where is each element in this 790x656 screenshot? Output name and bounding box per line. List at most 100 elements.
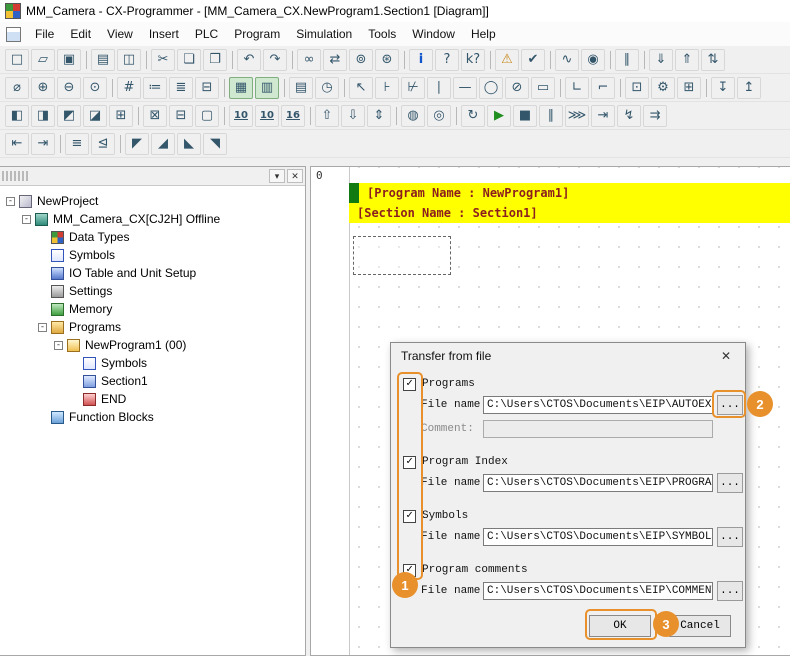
option-checkbox[interactable]: ✓ [403, 564, 416, 577]
transfer-from-plc-button[interactable]: ⇑ [675, 49, 699, 71]
browse-symbols-button[interactable]: ⊡ [625, 77, 649, 99]
window-cross-reference-button[interactable]: ◪ [83, 105, 107, 127]
force-off-button[interactable]: ⇩ [341, 105, 365, 127]
compare-with-plc-button[interactable]: ⇅ [701, 49, 725, 71]
find-button[interactable]: ∞ [297, 49, 321, 71]
sort-order-button[interactable]: ⊴ [91, 133, 115, 155]
option-checkbox[interactable]: ✓ [403, 456, 416, 469]
Window[interactable]: Window [404, 24, 463, 44]
expander-toggle-icon[interactable] [70, 377, 79, 386]
tree-item[interactable]: - MM_Camera_CX[CJ2H] Offline [0, 210, 305, 228]
line-connect-button[interactable]: ∟ [565, 77, 589, 99]
option-checkbox[interactable]: ✓ [403, 378, 416, 391]
transfer-to-plc-button[interactable]: ⇓ [649, 49, 673, 71]
local-symbols-button[interactable]: ⊠ [143, 105, 167, 127]
expander-toggle-icon[interactable]: - [54, 341, 63, 350]
change-address-button[interactable]: ⊛ [375, 49, 399, 71]
expander-toggle-icon[interactable] [70, 359, 79, 368]
file-path-input[interactable]: C:\Users\CTOS\Documents\EIP\SYMBOLS. [483, 528, 713, 546]
reset-button[interactable]: ↯ [617, 105, 641, 127]
compile-button[interactable]: ⚠ [495, 49, 519, 71]
print-preview-button[interactable]: ◫ [117, 49, 141, 71]
window-address-reference-button[interactable]: ⊞ [109, 105, 133, 127]
force-on-button[interactable]: ⇧ [315, 105, 339, 127]
tree-item[interactable]: Symbols [0, 246, 305, 264]
monitor-decimal-button[interactable]: 10 [229, 105, 253, 127]
show-rung-comments-button[interactable]: ≣ [169, 77, 193, 99]
io-comment-button[interactable]: ⊟ [169, 105, 193, 127]
tree-item[interactable]: - Programs [0, 318, 305, 336]
tree-item[interactable]: - NewProject [0, 192, 305, 210]
workspace-dock-button[interactable]: ▾ [269, 169, 285, 183]
outdent-rung-button[interactable]: ⇤ [5, 133, 29, 155]
go-to-next-output-button[interactable]: ◥ [203, 133, 227, 155]
zoom-out-button[interactable]: ⊖ [57, 77, 81, 99]
Edit[interactable]: Edit [62, 24, 99, 44]
monitor-button[interactable]: ◉ [581, 49, 605, 71]
option-checkbox[interactable]: ✓ [403, 510, 416, 523]
go-to-previous-input-button[interactable]: ◤ [125, 133, 149, 155]
step-over-button[interactable]: ⇥ [591, 105, 615, 127]
run-button[interactable]: ▶ [487, 105, 511, 127]
new-contact-button[interactable]: ⊦ [375, 77, 399, 99]
context-help-button[interactable]: k? [461, 49, 485, 71]
go-to-previous-output-button[interactable]: ◣ [177, 133, 201, 155]
tree-item[interactable]: IO Table and Unit Setup [0, 264, 305, 282]
expander-toggle-icon[interactable]: - [22, 215, 31, 224]
indent-rung-button[interactable]: ⇥ [31, 133, 55, 155]
align-comments-button[interactable]: ≡ [65, 133, 89, 155]
step-run-button[interactable]: ⋙ [565, 105, 589, 127]
new-instruction-button[interactable]: ▭ [531, 77, 555, 99]
Help[interactable]: Help [463, 24, 504, 44]
info-button[interactable]: i [409, 49, 433, 71]
browse-button[interactable]: ... [717, 581, 743, 601]
paste-button[interactable]: ❐ [203, 49, 227, 71]
mnemonic-view-button[interactable]: ▤ [289, 77, 313, 99]
drag-handle[interactable] [2, 171, 28, 181]
tree-item[interactable]: - NewProgram1 (00) [0, 336, 305, 354]
browse-button[interactable]: ... [717, 527, 743, 547]
continue-button[interactable]: ⇉ [643, 105, 667, 127]
expander-toggle-icon[interactable] [38, 233, 47, 242]
tree-item[interactable]: Data Types [0, 228, 305, 246]
delete-row-button[interactable]: ↥ [737, 77, 761, 99]
replace-button[interactable]: ⇄ [323, 49, 347, 71]
expander-toggle-icon[interactable] [38, 251, 47, 260]
expander-toggle-icon[interactable]: - [6, 197, 15, 206]
window-output-button[interactable]: ◨ [31, 105, 55, 127]
window-project-button[interactable]: ◧ [5, 105, 29, 127]
tree-item[interactable]: Section1 [0, 372, 305, 390]
calendar-button[interactable]: ⊞ [677, 77, 701, 99]
options-button[interactable]: ⚙ [651, 77, 675, 99]
expander-toggle-icon[interactable] [38, 269, 47, 278]
browse-button[interactable]: ... [717, 473, 743, 493]
expander-toggle-icon[interactable] [38, 287, 47, 296]
expander-toggle-icon[interactable]: - [38, 323, 47, 332]
pause-button[interactable]: ∥ [539, 105, 563, 127]
zoom-fit-button[interactable]: ⊙ [83, 77, 107, 99]
print-button[interactable]: ▤ [91, 49, 115, 71]
tree-item[interactable]: Function Blocks [0, 408, 305, 426]
new-coil-button[interactable]: ◯ [479, 77, 503, 99]
pause-monitor-button[interactable]: ∥ [615, 49, 639, 71]
window-watch-button[interactable]: ◩ [57, 105, 81, 127]
View[interactable]: View [99, 24, 141, 44]
cut-button[interactable]: ✂ [151, 49, 175, 71]
new-button[interactable]: □ [5, 49, 29, 71]
rung-wrap-button[interactable]: ≔ [143, 77, 167, 99]
go-to-next-input-button[interactable]: ◢ [151, 133, 175, 155]
monitor-signed-decimal-button[interactable]: 10 [255, 105, 279, 127]
copy-button[interactable]: ❏ [177, 49, 201, 71]
online-edit-button[interactable]: ◍ [401, 105, 425, 127]
file-path-input[interactable]: C:\Users\CTOS\Documents\EIP\COMMENTS [483, 582, 713, 600]
Program[interactable]: Program [226, 24, 288, 44]
clock-pulse-button[interactable]: ◷ [315, 77, 339, 99]
new-closed-coil-button[interactable]: ⊘ [505, 77, 529, 99]
monitor-mode-button[interactable]: ◎ [427, 105, 451, 127]
line-delete-button[interactable]: ⌐ [591, 77, 615, 99]
Simulation[interactable]: Simulation [288, 24, 360, 44]
file-path-input[interactable]: C:\Users\CTOS\Documents\EIP\AUTOEXEC [483, 396, 713, 414]
tree-item[interactable]: Symbols [0, 354, 305, 372]
insert-row-button[interactable]: ↧ [711, 77, 735, 99]
force-cancel-button[interactable]: ⇕ [367, 105, 391, 127]
